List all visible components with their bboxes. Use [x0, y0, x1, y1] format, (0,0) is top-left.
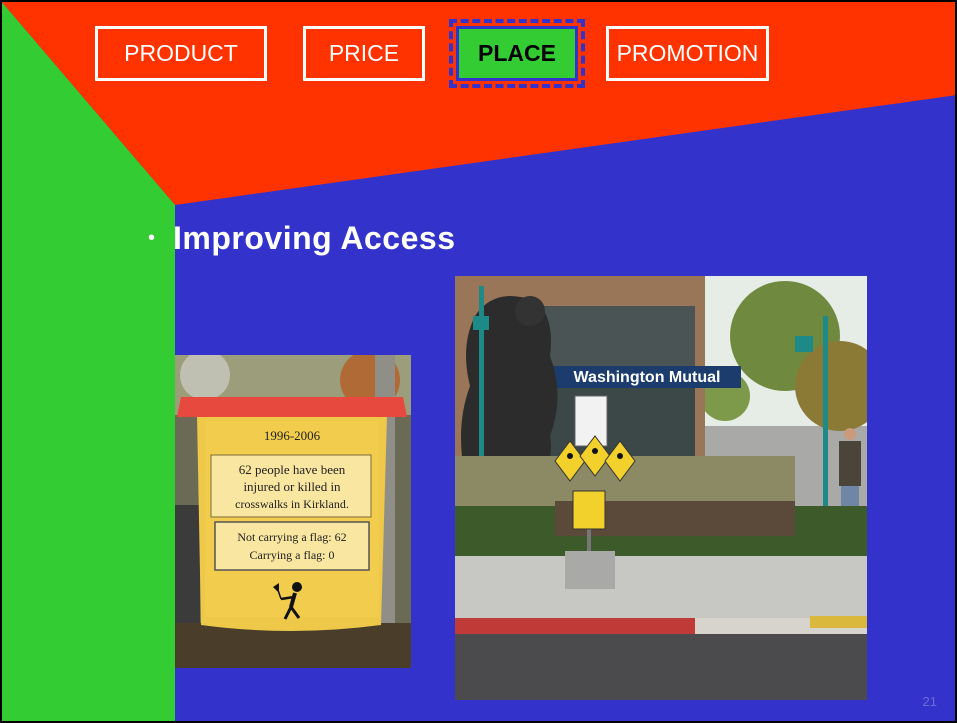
street-crossing-photo: Washington Mutual — [455, 276, 867, 700]
bullet-icon: • — [148, 227, 156, 249]
sign-stats-line-2: Carrying a flag: 0 — [250, 548, 335, 562]
bank-sign-text: Washington Mutual — [574, 369, 721, 386]
tab-promotion[interactable]: PROMOTION — [606, 26, 769, 81]
slide: PRODUCT PRICE PLACE PROMOTION • Improvin… — [0, 0, 957, 723]
bullet-item: • Improving Access — [148, 220, 455, 257]
tab-product[interactable]: PRODUCT — [95, 26, 267, 81]
sign-message-line-3: crosswalks in Kirkland. — [235, 497, 349, 511]
sign-message-line-1: 62 people have been — [239, 462, 346, 477]
slide-number: 21 — [922, 694, 937, 709]
tab-place[interactable]: PLACE — [449, 19, 585, 88]
sign-message-line-2: injured or killed in — [243, 479, 341, 494]
crosswalk-sign-photo: 1996-2006 62 people have been injured or… — [175, 355, 411, 668]
slide-heading: Improving Access — [173, 220, 456, 256]
sign-years-text: 1996-2006 — [264, 428, 321, 443]
sign-stats-line-1: Not carrying a flag: 62 — [237, 530, 346, 544]
tab-price[interactable]: PRICE — [303, 26, 425, 81]
